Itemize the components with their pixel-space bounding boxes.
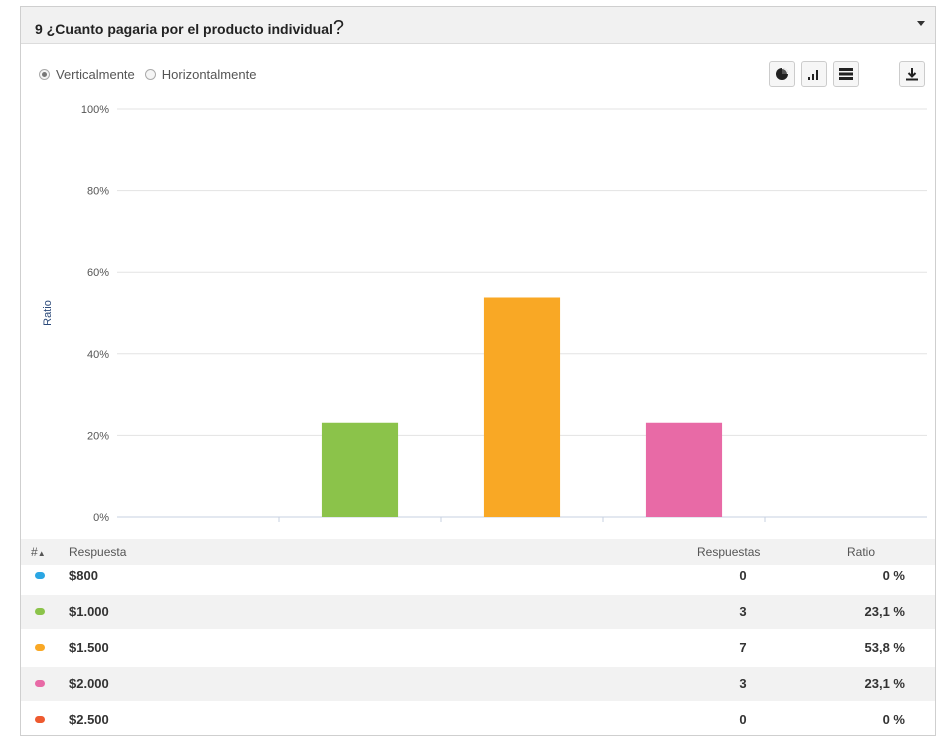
legend-color-dot <box>35 608 45 615</box>
table-row: $1.000 3 23,1 % <box>21 595 935 629</box>
bar <box>645 422 723 517</box>
question-panel: 9 ¿Cuanto pagaria por el producto indivi… <box>20 6 936 736</box>
y-tick-label: 100% <box>81 104 109 116</box>
responses-cell: 7 <box>739 640 747 655</box>
bar <box>321 422 399 517</box>
header-index[interactable]: #▲ <box>31 545 46 559</box>
header-ratio[interactable]: Ratio <box>847 545 875 559</box>
legend-color-dot <box>35 572 45 579</box>
header-answer[interactable]: Respuesta <box>69 545 126 559</box>
y-tick-label: 0% <box>93 512 109 524</box>
answer-cell: $1.000 <box>69 604 109 619</box>
table-row: $800 0 0 % <box>21 559 935 593</box>
answer-cell: $2.500 <box>69 712 109 727</box>
responses-cell: 0 <box>739 712 747 727</box>
answer-cell: $2.000 <box>69 676 109 691</box>
y-axis-label: Ratio <box>42 300 54 326</box>
y-tick-label: 40% <box>87 349 109 361</box>
y-tick-label: 80% <box>87 186 109 198</box>
answer-cell: $1.500 <box>69 640 109 655</box>
table-row: $1.500 7 53,8 % <box>21 631 935 665</box>
legend-color-dot <box>35 680 45 687</box>
header-responses[interactable]: Respuestas <box>697 545 760 559</box>
responses-cell: 0 <box>739 568 747 583</box>
legend-color-dot <box>35 644 45 651</box>
ratio-cell: 0 % <box>882 568 905 583</box>
y-tick-label: 20% <box>87 430 109 442</box>
y-tick-label: 60% <box>87 267 109 279</box>
ratio-cell: 0 % <box>882 712 905 727</box>
legend-color-dot <box>35 716 45 723</box>
bar <box>483 297 561 517</box>
table-row: $2.500 0 0 % <box>21 703 935 737</box>
responses-cell: 3 <box>739 676 747 691</box>
responses-cell: 3 <box>739 604 747 619</box>
answer-cell: $800 <box>69 568 98 583</box>
ratio-cell: 53,8 % <box>864 640 905 655</box>
ratio-cell: 23,1 % <box>864 604 905 619</box>
ratio-cell: 23,1 % <box>864 676 905 691</box>
bar-chart: 0% 20% 40% 60% 80% 100% Ratio <box>42 104 927 524</box>
table-row: $2.000 3 23,1 % <box>21 667 935 701</box>
